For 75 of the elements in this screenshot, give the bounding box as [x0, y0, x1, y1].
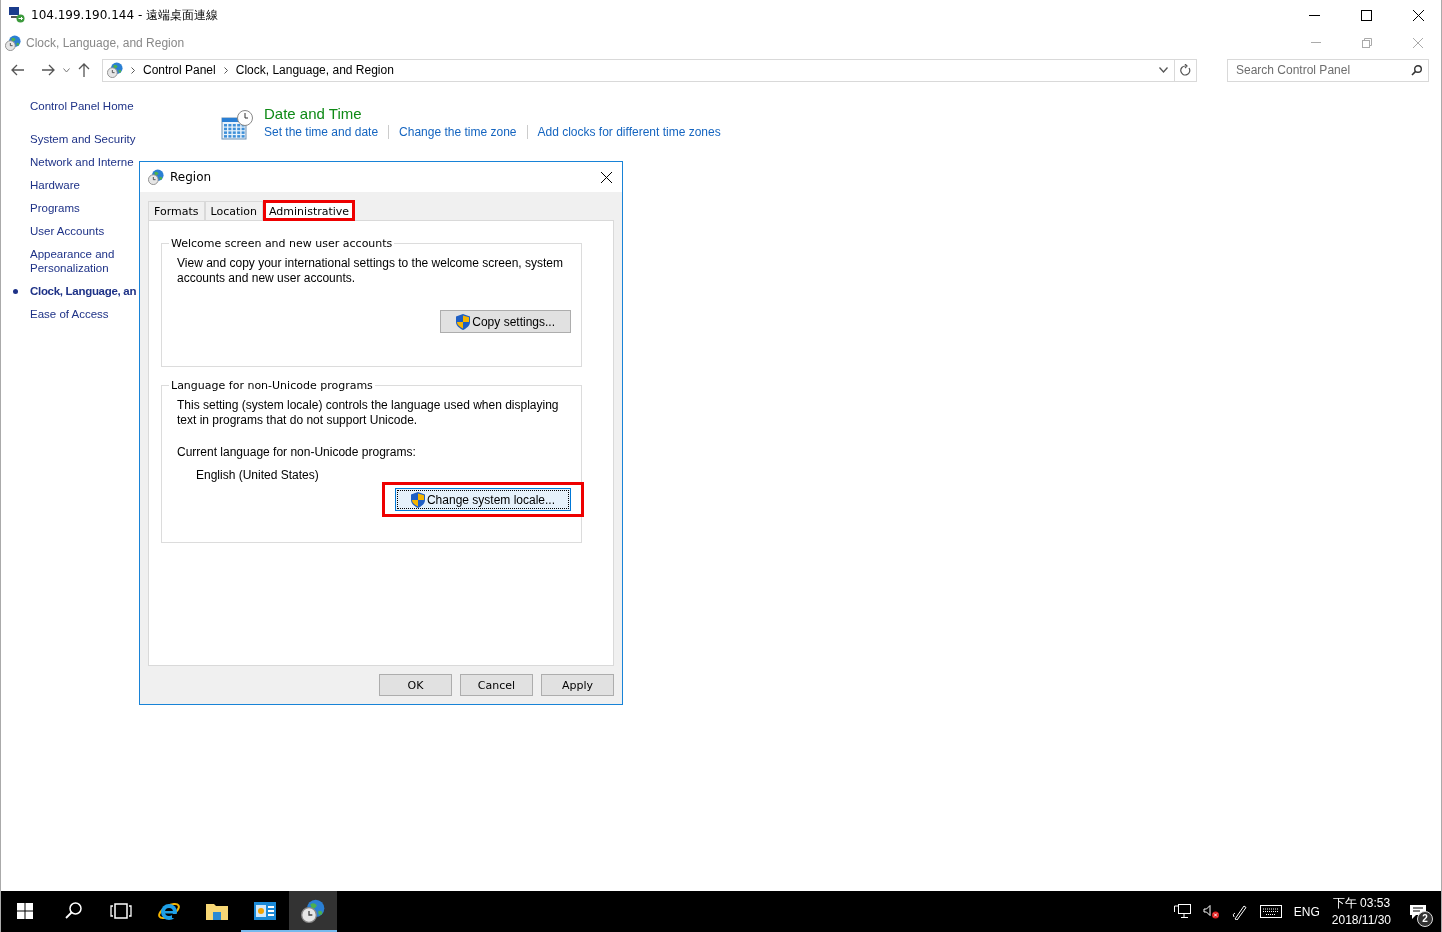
tab[interactable]: Formats — [148, 201, 205, 220]
chevron-right-icon — [131, 66, 135, 74]
dialog-title: Region — [170, 170, 212, 184]
history-dropdown-button[interactable] — [63, 67, 70, 73]
shield-icon — [410, 491, 425, 508]
admin-button[interactable]: Change system locale... — [394, 488, 571, 511]
group-title: Welcome screen and new user accounts — [170, 237, 394, 250]
refresh-icon — [1180, 64, 1191, 76]
tab[interactable]: Location — [204, 201, 264, 220]
network-icon[interactable] — [1173, 904, 1191, 919]
keyboard-icon[interactable] — [1259, 905, 1282, 918]
close-icon — [1412, 9, 1424, 21]
sidebar-link[interactable]: User Accounts — [30, 224, 105, 238]
windows-logo-icon — [17, 902, 33, 919]
minimize-icon — [1308, 14, 1320, 16]
taskbar-button[interactable] — [289, 891, 337, 932]
input-language-indicator[interactable]: ENG — [1293, 904, 1320, 919]
bullet-icon — [13, 289, 18, 294]
admin-button[interactable]: Copy settings... — [440, 310, 571, 333]
minimize-icon — [1311, 42, 1321, 43]
maximize-icon — [1360, 9, 1372, 21]
window-title: Clock, Language, and Region — [26, 35, 185, 50]
search-icon — [64, 902, 82, 919]
folder-icon — [206, 901, 228, 920]
sidebar-link[interactable]: System and Security — [30, 132, 136, 146]
refresh-button[interactable] — [1175, 58, 1197, 82]
close-icon — [600, 171, 612, 183]
group-title: Language for non-Unicode programs — [170, 379, 374, 392]
dialog-button[interactable]: Apply — [541, 674, 614, 696]
globe-clock-icon — [148, 169, 164, 185]
sidebar-link[interactable]: Appearance and Personalization — [30, 247, 115, 275]
clock-time: 下午 03:53 — [1332, 894, 1391, 912]
sidebar-link[interactable]: Ease of Access — [30, 307, 109, 321]
category-link[interactable]: Change the time zone — [388, 125, 527, 139]
action-center-button[interactable]: 2 — [1403, 896, 1433, 927]
task-view-icon — [110, 902, 132, 919]
sidebar-link[interactable]: Control Panel Home — [30, 99, 134, 113]
address-bar[interactable]: Control Panel Clock, Language, and Region — [102, 58, 1175, 82]
globe-clock-icon — [107, 62, 123, 78]
globe-clock-icon — [5, 34, 21, 51]
dialog-button[interactable]: Cancel — [460, 674, 533, 696]
window-title: 104.199.190.144 - 遠端桌面連線 — [31, 6, 219, 24]
speaker-muted-icon[interactable] — [1202, 904, 1220, 919]
pen-icon[interactable] — [1231, 903, 1248, 920]
clock-date: 2018/11/30 — [1331, 911, 1391, 929]
sidebar-link[interactable]: Network and Interne — [30, 155, 134, 169]
dialog-button[interactable]: OK — [379, 674, 452, 696]
taskbar-clock[interactable]: 下午 03:53 2018/11/30 — [1331, 894, 1391, 929]
tab[interactable]: Administrative — [263, 200, 356, 221]
restore-icon — [1362, 37, 1372, 48]
control-panel-icon — [254, 901, 276, 920]
close-icon — [1413, 37, 1423, 48]
chevron-right-icon — [223, 66, 228, 74]
group-description: This setting (system locale) controls the language used when displaying text in programs that do not support Unicode. — [177, 398, 560, 428]
forward-button[interactable] — [41, 64, 55, 76]
chevron-down-icon[interactable] — [1159, 67, 1168, 73]
calendar-clock-icon — [221, 109, 253, 141]
sidebar-link[interactable]: Hardware — [30, 178, 80, 192]
category-link[interactable]: Set the time and date — [264, 125, 389, 139]
category-link[interactable]: Add clocks for different time zones — [526, 125, 731, 139]
globe-clock-icon — [301, 898, 325, 923]
up-button[interactable] — [78, 63, 90, 77]
search-field[interactable]: Search Control Panel — [1227, 58, 1429, 82]
sidebar-link[interactable]: Clock, Language, an — [30, 284, 137, 298]
sidebar-link[interactable]: Programs — [30, 201, 80, 215]
breadcrumb-item[interactable]: Control Panel — [143, 63, 216, 77]
group-description: View and copy your international settings to the welcome screen, system accounts and new user accounts. — [177, 256, 564, 286]
back-button[interactable] — [11, 64, 25, 76]
search-icon — [1411, 64, 1422, 76]
breadcrumb-item[interactable]: Clock, Language, and Region — [235, 63, 394, 77]
remote-desktop-icon — [9, 7, 25, 23]
shield-icon — [456, 313, 471, 330]
current-language-value: English (United States) — [196, 468, 320, 482]
category-title[interactable]: Date and Time — [264, 105, 731, 122]
current-language-label: Current language for non-Unicode programs: — [177, 445, 417, 460]
